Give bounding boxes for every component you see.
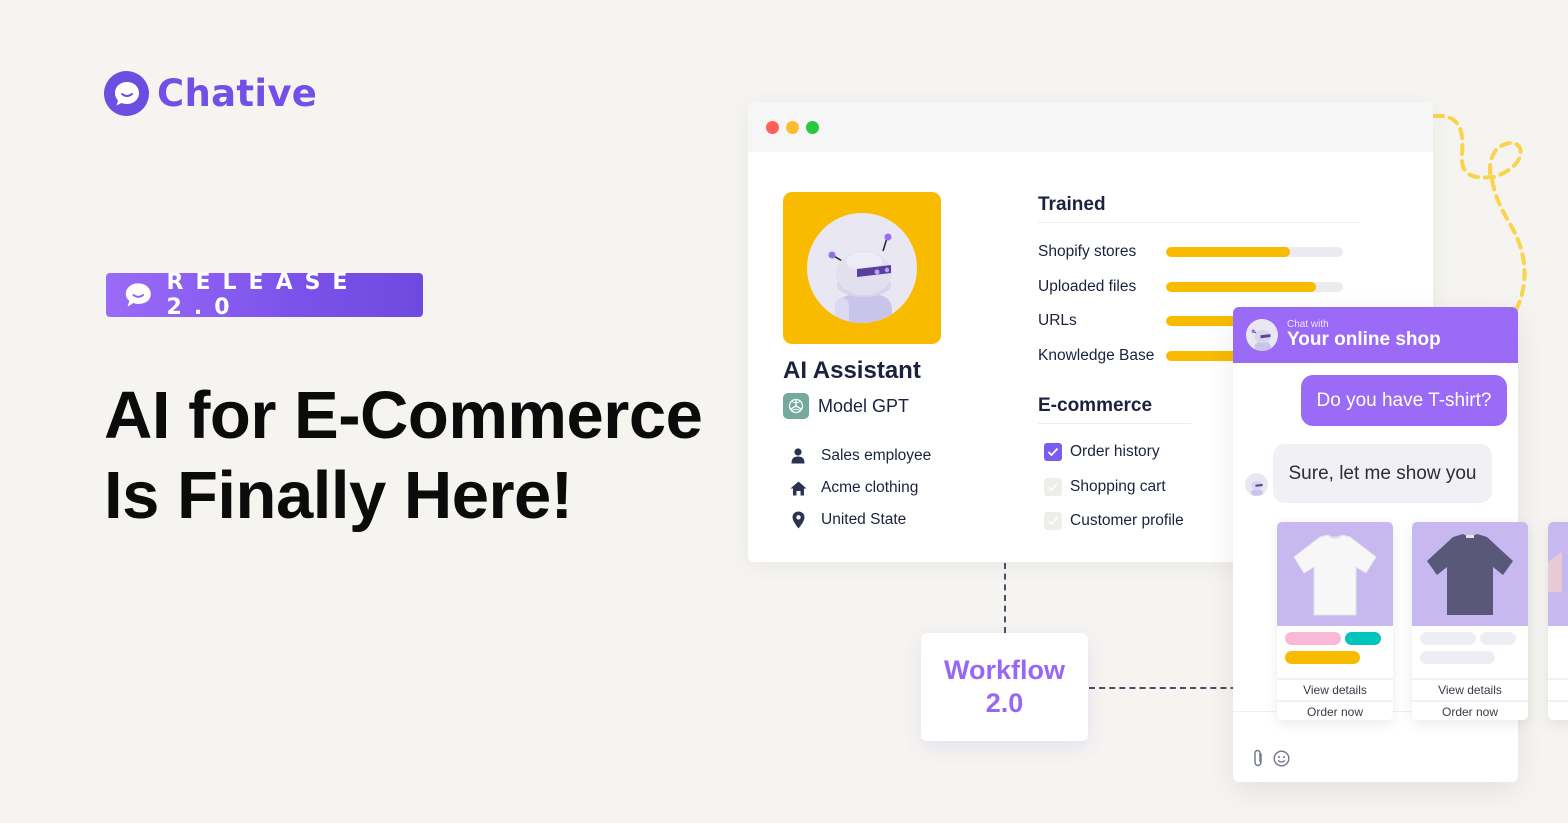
user-message: Do you have T-shirt? [1301,375,1507,426]
detail-location-text: United State [821,511,907,528]
release-badge: RELEASE 2.0 [106,270,423,320]
trained-item-label: Shopify stores [1038,243,1137,261]
tag-placeholder [1285,651,1360,664]
ecommerce-option-label: Shopping cart [1070,477,1166,495]
product-card[interactable]: View details Order now [1412,522,1528,720]
progress-fill [1166,281,1317,292]
workflow-version: 2.0 [985,688,1024,718]
model-name: Model GPT [818,395,910,416]
chat-bubble-smile-icon [104,71,149,116]
ecommerce-option[interactable]: Shopping cart [1044,470,1184,505]
detail-company: Acme clothing [788,472,931,504]
chat-bubble-smile-icon [125,283,151,307]
checkbox-unchecked[interactable] [1044,512,1062,531]
trained-item: Uploaded files [1038,270,1343,305]
product-card[interactable]: View details Order now [1277,522,1393,720]
trained-divider [1038,222,1360,223]
assistant-avatar [783,192,941,344]
maximize-window-button[interactable] [806,120,819,134]
headline-line-2: Is Finally Here! [104,458,573,533]
trained-item-label: Uploaded files [1038,277,1137,295]
close-window-button[interactable] [766,120,779,134]
detail-location: United State [788,504,931,536]
ecommerce-options: Order history Shopping cart Customer pro… [1044,435,1184,539]
detail-company-text: Acme clothing [821,479,919,496]
detail-role-text: Sales employee [821,447,932,464]
progress-fill [1166,247,1290,258]
product-tags [1412,626,1528,678]
partial-product-image [1548,522,1568,626]
headline: AI for E-Commerce Is Finally Here! [104,376,703,536]
home-icon [788,481,808,496]
headline-line-1: AI for E-Commerce [104,378,703,453]
white-tshirt-image [1277,522,1393,626]
ecommerce-option[interactable]: Customer profile [1044,504,1184,539]
chat-header-title: Your online shop [1287,329,1441,350]
chat-header: Chat with Your online shop [1233,307,1518,363]
product-tags [1548,626,1568,678]
robot-avatar-icon [1246,319,1278,351]
order-now-button[interactable]: Order now [1277,700,1393,720]
connector-line-vertical [1004,563,1006,633]
product-tags [1277,626,1393,678]
ecommerce-option-label: Customer profile [1070,512,1184,530]
order-now-button[interactable]: Order now [1412,700,1528,720]
ecommerce-option-label: Order history [1070,443,1160,461]
trained-item-label: URLs [1038,312,1077,330]
view-details-button[interactable]: View details [1277,678,1393,700]
checkmark-icon [1047,517,1059,526]
release-label: RELEASE 2.0 [166,270,360,320]
assistant-name: AI Assistant [783,357,921,384]
location-pin-icon [788,511,808,529]
trained-item: Shopify stores [1038,235,1343,270]
ecommerce-option[interactable]: Order history [1044,435,1184,470]
navy-tshirt-image [1412,522,1528,626]
tag-placeholder [1420,651,1495,664]
checkbox-checked[interactable] [1044,443,1062,462]
assistant-details: Sales employee Acme clothing United Stat… [788,440,931,536]
order-now-button[interactable] [1548,700,1568,720]
tag-placeholder [1480,632,1516,645]
progress-bar [1166,247,1343,258]
workflow-title: Workflow [944,655,1065,685]
robot-avatar-icon [807,213,917,323]
progress-bar [1166,281,1343,292]
checkmark-icon [1047,482,1059,491]
checkbox-unchecked[interactable] [1044,477,1062,496]
trained-title: Trained [1038,194,1106,215]
brand-name: Chative [157,72,318,115]
tag-placeholder [1345,632,1381,645]
dashed-squiggle-decoration [1432,113,1527,312]
emoji-icon[interactable] [1273,749,1290,772]
ecommerce-divider [1038,423,1191,424]
bot-avatar-icon [1245,473,1268,496]
ecommerce-title: E-commerce [1038,395,1153,416]
trained-item-label: Knowledge Base [1038,346,1155,364]
openai-icon [783,393,809,419]
model-row: Model GPT [783,393,909,419]
tag-placeholder [1285,632,1341,645]
minimize-window-button[interactable] [786,120,799,134]
user-icon [788,448,808,464]
chat-toolbar [1251,749,1290,772]
bot-message: Sure, let me show you [1273,444,1492,503]
workflow-card[interactable]: Workflow 2.0 [921,633,1088,741]
product-card-partial[interactable] [1548,522,1568,720]
brand-logo[interactable]: Chative [104,71,317,116]
checkmark-icon [1047,448,1059,457]
attachment-icon[interactable] [1251,749,1265,772]
window-titlebar [748,102,1433,152]
view-details-button[interactable] [1548,678,1568,700]
view-details-button[interactable]: View details [1412,678,1528,700]
detail-role: Sales employee [788,440,931,472]
tag-placeholder [1420,632,1476,645]
